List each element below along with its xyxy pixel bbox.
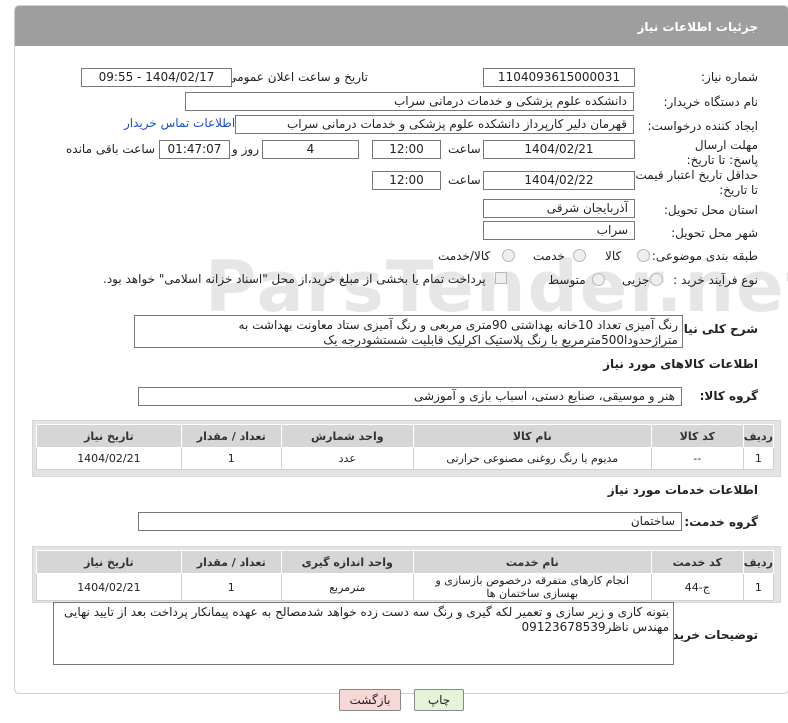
services-table-header: ردیف کد خدمت نام خدمت واحد اندازه گیری ت… — [36, 550, 775, 574]
buyer-org-label: نام دستگاه خریدار: — [663, 95, 759, 109]
print-button[interactable]: چاپ — [414, 689, 464, 711]
creator-label: ایجاد کننده درخواست: — [647, 119, 758, 133]
validity-time-field: 12:00 — [372, 171, 441, 190]
treasury-note: پرداخت تمام یا بخشی از مبلغ خرید،از محل … — [103, 272, 486, 286]
validity-time-label: ساعت — [448, 173, 481, 187]
description-label: شرح کلی نیاز: — [672, 322, 758, 336]
service-code: ج-44 — [650, 573, 744, 601]
col-service-name: نام خدمت — [412, 550, 652, 574]
province-label: استان محل تحویل: — [663, 203, 758, 217]
city-label: شهر محل تحویل: — [671, 226, 758, 240]
buyer-notes-textarea[interactable]: بتونه کاری و زیر سازی و تعمیر لکه گیری و… — [53, 602, 674, 665]
need-number-label: شماره نیاز: — [701, 70, 758, 84]
process-medium-radio[interactable] — [592, 273, 605, 286]
reply-deadline-label: مهلت ارسال پاسخ: تا تاریخ: — [686, 138, 758, 167]
goods-code: -- — [650, 447, 744, 470]
col-goods-name: نام کالا — [412, 424, 652, 448]
remaining-time-field: 01:47:07 — [159, 140, 230, 159]
process-label: نوع فرآیند خرید : — [673, 273, 758, 287]
category-both-label: کالا/خدمت — [438, 249, 491, 263]
goods-name: مدیوم یا رنگ روغنی مصنوعی حرارتی — [412, 447, 652, 470]
creator-field: قهرمان دلیر کارپرداز دانشکده علوم پزشکی … — [235, 115, 634, 134]
services-section-title: اطلاعات خدمات مورد نیاز — [607, 483, 758, 497]
remaining-label: ساعت باقی مانده — [66, 142, 156, 156]
announce-label: تاریخ و ساعت اعلان عمومی: — [223, 70, 368, 84]
col-date: تاریخ نیاز — [36, 550, 182, 574]
category-goods-label: کالا — [605, 249, 622, 263]
service-date: 1404/02/21 — [36, 573, 182, 601]
goods-group-field: هنر و موسیقی، صنایع دستی، اسباب بازی و آ… — [138, 387, 682, 406]
process-minor-radio[interactable] — [650, 273, 663, 286]
price-validity-label: حداقل تاریخ اعتبار قیمت: تا تاریخ: — [631, 168, 758, 197]
service-name: انجام کارهای متفرقه درخصوص بازسازی و بهس… — [412, 573, 652, 601]
reply-date-field: 1404/02/21 — [483, 140, 635, 159]
goods-group-label: گروه کالا: — [699, 389, 758, 403]
announce-field: 1404/02/17 - 09:55 — [81, 68, 232, 87]
col-service-code: کد خدمت — [650, 550, 744, 574]
col-row: ردیف — [742, 424, 775, 448]
days-label: روز و — [232, 142, 259, 156]
category-label: طبقه بندی موضوعی: — [651, 249, 758, 263]
description-textarea[interactable]: رنگ آمیزی تعداد 10خانه بهداشتی 90متری مر… — [134, 315, 683, 348]
goods-qty: 1 — [180, 447, 282, 470]
service-qty: 1 — [180, 573, 282, 601]
back-button[interactable]: بازگشت — [339, 689, 401, 711]
process-minor-label: جزیی — [622, 273, 650, 287]
buyer-org-field: دانشکده علوم پزشکی و خدمات درمانی سراب — [185, 92, 634, 111]
goods-table-header: ردیف کد کالا نام کالا واحد شمارش تعداد /… — [36, 424, 775, 448]
row-number: 1 — [742, 573, 775, 601]
panel-header: جزئیات اطلاعات نیاز — [15, 6, 788, 46]
need-number-field: 1104093615000031 — [483, 68, 635, 87]
category-service-radio[interactable] — [573, 249, 586, 262]
process-medium-label: متوسط — [548, 273, 586, 287]
category-service-label: خدمت — [533, 249, 565, 263]
validity-date-field: 1404/02/22 — [483, 171, 635, 190]
col-row: ردیف — [742, 550, 775, 574]
city-field: سراب — [483, 221, 635, 240]
days-field: 4 — [262, 140, 359, 159]
goods-date: 1404/02/21 — [36, 447, 182, 470]
buyer-contact-link[interactable]: اطلاعات تماس خریدار — [124, 116, 235, 130]
col-qty: تعداد / مقدار — [180, 424, 282, 448]
goods-section-title: اطلاعات کالاهای مورد نیاز — [603, 357, 758, 371]
goods-table: ردیف کد کالا نام کالا واحد شمارش تعداد /… — [36, 424, 775, 470]
category-goods-radio[interactable] — [637, 249, 650, 262]
category-both-radio[interactable] — [502, 249, 515, 262]
row-number: 1 — [742, 447, 775, 470]
panel-title: جزئیات اطلاعات نیاز — [637, 20, 758, 34]
col-date: تاریخ نیاز — [36, 424, 182, 448]
service-unit: مترمربع — [280, 573, 414, 601]
treasury-checkbox[interactable] — [495, 272, 507, 284]
col-qty: تعداد / مقدار — [180, 550, 282, 574]
col-measure-unit: واحد اندازه گیری — [280, 550, 414, 574]
goods-unit: عدد — [280, 447, 414, 470]
services-group-field: ساختمان — [138, 512, 682, 531]
col-unit: واحد شمارش — [280, 424, 414, 448]
reply-time-field: 12:00 — [372, 140, 441, 159]
services-group-label: گروه خدمت: — [684, 515, 758, 529]
table-row: 1 -- مدیوم یا رنگ روغنی مصنوعی حرارتی عد… — [36, 447, 775, 470]
reply-time-label: ساعت — [448, 142, 481, 156]
province-field: آذربایجان شرقی — [483, 199, 635, 218]
table-row: 1 ج-44 انجام کارهای متفرقه درخصوص بازساز… — [36, 573, 775, 601]
col-goods-code: کد کالا — [650, 424, 744, 448]
services-table: ردیف کد خدمت نام خدمت واحد اندازه گیری ت… — [36, 550, 775, 601]
